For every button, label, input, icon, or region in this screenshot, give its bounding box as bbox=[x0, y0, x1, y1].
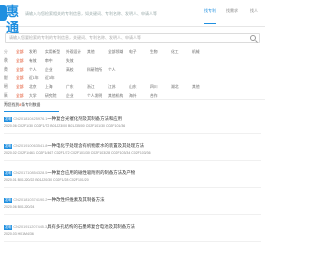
filter-option[interactable]: 全部 bbox=[16, 66, 24, 74]
filter-option[interactable]: 个人 bbox=[108, 66, 116, 74]
result-title[interactable]: 一种改性纤维素及其制备方法 bbox=[47, 197, 104, 202]
filter-option[interactable]: 全部 bbox=[16, 57, 24, 65]
result-meta: 2020.06 B01J20/24 bbox=[4, 205, 35, 209]
result-patent-id: CN201911207445.3 bbox=[13, 225, 48, 229]
filter-option[interactable]: 生物 bbox=[150, 48, 158, 56]
result-patent-id: CN201810425976.1 bbox=[13, 117, 48, 121]
result-separator bbox=[4, 133, 261, 134]
filter-option[interactable]: 实用新型 bbox=[45, 48, 60, 56]
result-title-line[interactable]: 发明 CN201710854328.5一种复合应用的磁性吸附剂的制备方法及产物 bbox=[4, 170, 135, 176]
result-patent-id: CN201910063541.8 bbox=[13, 144, 48, 148]
filter-option[interactable]: 发明 bbox=[29, 48, 37, 56]
search-icon[interactable] bbox=[250, 35, 256, 41]
filter-row: 地区 全部 北京 上海 广东 浙江 江苏 山东 四川 湖北 其他 bbox=[4, 83, 261, 97]
tab-find-people[interactable]: 找人 bbox=[245, 6, 263, 22]
filter-option[interactable]: 电子 bbox=[129, 48, 137, 56]
filter-row: 类型 全部 个人 企业 高校 科研院所 个人 bbox=[4, 66, 261, 80]
result-title[interactable]: 一种复合应用的磁性吸附剂的制备方法及产物 bbox=[47, 170, 135, 175]
filter-option[interactable]: 有效 bbox=[29, 57, 37, 65]
filter-option[interactable]: 上海 bbox=[45, 83, 53, 91]
filter-option[interactable]: 湖北 bbox=[171, 83, 179, 91]
top-header: 惠通 请输入与您检索相关的专利信息，如关键词、专利名称、发明人、申请人等 找专利… bbox=[0, 0, 265, 36]
result-count-suffix: 条专利数据 bbox=[21, 103, 41, 107]
result-title[interactable]: 一种电化学处理含有机物废水的装置及其处理方法 bbox=[47, 143, 144, 148]
filter-option[interactable]: 山东 bbox=[129, 83, 137, 91]
result-meta: 2020.02 C02F1/461 C02F1/467 C02F1/72 C02… bbox=[4, 151, 151, 155]
site-logo[interactable]: 惠通 bbox=[0, 5, 19, 36]
filter-option[interactable]: 广东 bbox=[66, 83, 74, 91]
header-tabs: 找专利 找需求 找人 bbox=[199, 6, 265, 24]
result-patent-id: CN201710854328.5 bbox=[13, 171, 48, 175]
result-separator bbox=[4, 160, 261, 161]
divider bbox=[0, 99, 265, 100]
result-count-underline bbox=[4, 111, 59, 112]
result-title-line[interactable]: 发明 CN201810425976.1一种复合光催化剂及其制备方法和应用 bbox=[4, 116, 122, 122]
filter-option[interactable]: 近1年 bbox=[29, 74, 39, 82]
filter-option[interactable]: 全部领域 bbox=[108, 48, 123, 56]
result-title[interactable]: 一种复合光催化剂及其制备方法和应用 bbox=[47, 116, 122, 121]
result-patent-id: CN201810374190.2 bbox=[13, 198, 48, 202]
result-type-badge: 发明 bbox=[4, 171, 13, 176]
filter-option[interactable]: 审中 bbox=[45, 57, 53, 65]
search-placeholder: 请输入您要检索的专利的专利信息，关键词、专利名称、发明人、申请人等 bbox=[9, 35, 141, 40]
header-search-input[interactable]: 请输入与您检索相关的专利信息，如关键词、专利名称、发明人、申请人等 bbox=[22, 7, 197, 20]
filter-option[interactable]: 四川 bbox=[150, 83, 158, 91]
filter-option[interactable]: 外观设计 bbox=[66, 48, 81, 56]
filter-option[interactable]: 浙江 bbox=[87, 83, 95, 91]
filter-option[interactable]: 机械 bbox=[192, 48, 200, 56]
result-title[interactable]: 具有多孔结构的石墨烯复合电池及其制备方法 bbox=[47, 224, 135, 229]
filter-option[interactable]: 化工 bbox=[171, 48, 179, 56]
main-search-input[interactable]: 请输入您要检索的专利的专利信息，关键词、专利名称、发明人、申请人等 bbox=[5, 33, 260, 43]
tab-find-patent[interactable]: 找专利 bbox=[201, 6, 219, 24]
filter-option[interactable]: 江苏 bbox=[108, 83, 116, 91]
filter-option[interactable]: 失效 bbox=[66, 57, 74, 65]
result-separator bbox=[4, 214, 261, 215]
result-title-line[interactable]: 发明 CN201910063541.8一种电化学处理含有机物废水的装置及其处理方法 bbox=[4, 143, 144, 149]
filter-panel: 分类 全部 发明 实用新型 外观设计 其他 全部领域 电子 生物 化工 机械 状态 全部 有效 审中 失效 类型… bbox=[4, 48, 261, 106]
filter-option[interactable]: 企业 bbox=[45, 66, 53, 74]
filter-option[interactable]: 科研院所 bbox=[87, 66, 102, 74]
filter-row: 分类 全部 发明 实用新型 外观设计 其他 全部领域 电子 生物 化工 机械 bbox=[4, 48, 261, 62]
tab-find-demand[interactable]: 找需求 bbox=[223, 6, 241, 22]
result-title-line[interactable]: 发明 CN201810374190.2一种改性纤维素及其制备方法 bbox=[4, 197, 104, 203]
result-meta: 2020.06 C02F1/30 C02F1/72 B01J23/00 B01J… bbox=[4, 124, 126, 128]
filter-option[interactable]: 近3年 bbox=[45, 74, 55, 82]
filter-option[interactable]: 北京 bbox=[29, 83, 37, 91]
filter-option[interactable]: 高校 bbox=[66, 66, 74, 74]
result-type-badge: 发明 bbox=[4, 225, 13, 230]
result-title-line[interactable]: 发明 CN201911207445.3具有多孔结构的石墨烯复合电池及其制备方法 bbox=[4, 224, 135, 230]
result-meta: 2020.01 B01J20/22 B01J20/30 C02F1/28 C02… bbox=[4, 178, 89, 182]
result-meta: 2020.03 H01M4/36 bbox=[4, 232, 34, 236]
result-type-badge: 发明 bbox=[4, 198, 13, 203]
filter-option[interactable]: 其他 bbox=[87, 48, 95, 56]
filter-option[interactable]: 全部 bbox=[16, 83, 24, 91]
result-count-prefix: 为您找到 bbox=[4, 103, 20, 107]
filter-option[interactable]: 全部 bbox=[16, 48, 24, 56]
result-type-badge: 发明 bbox=[4, 117, 13, 122]
filter-option[interactable]: 个人 bbox=[29, 66, 37, 74]
filter-row: 状态 全部 有效 审中 失效 bbox=[4, 57, 261, 71]
filter-option[interactable]: 全部 bbox=[16, 74, 24, 82]
filter-option[interactable]: 其他 bbox=[192, 83, 200, 91]
result-type-badge: 发明 bbox=[4, 144, 13, 149]
result-separator bbox=[4, 241, 261, 242]
result-count: 为您找到8条专利数据 bbox=[4, 103, 40, 108]
result-separator bbox=[4, 187, 261, 188]
filter-row: 时间 全部 近1年 近3年 bbox=[4, 74, 261, 88]
